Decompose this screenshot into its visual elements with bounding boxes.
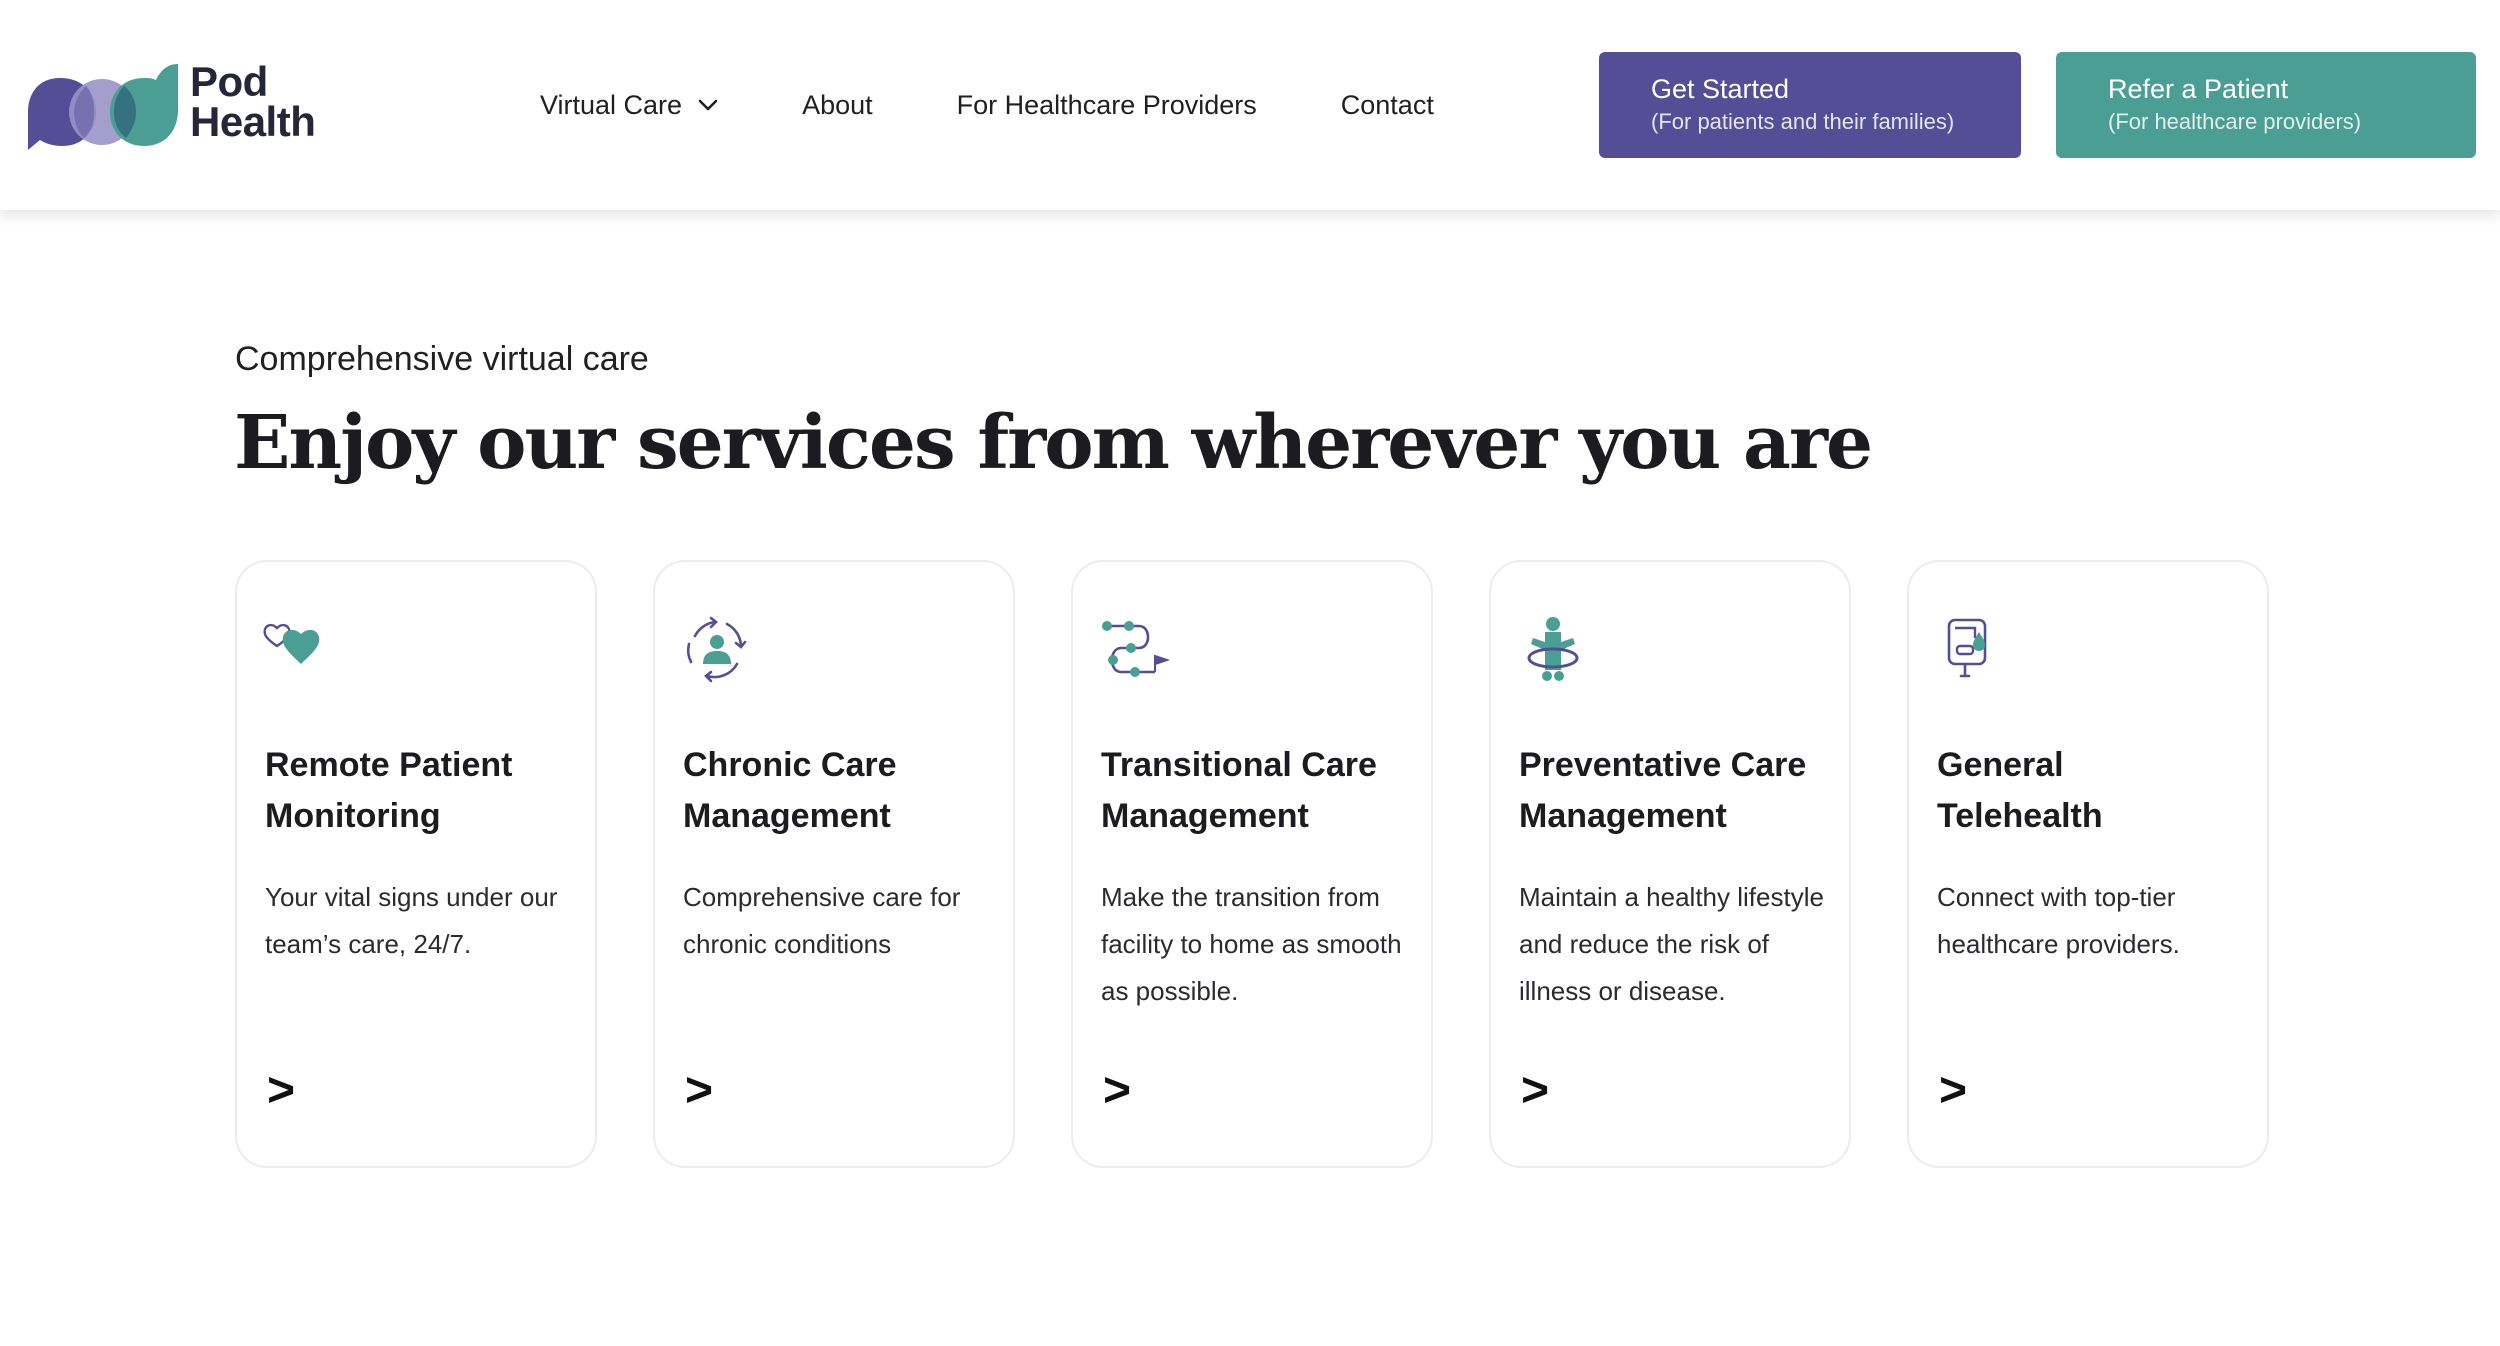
nav-item-virtual-care[interactable]: Virtual Care	[540, 90, 718, 121]
chevron-down-icon	[698, 99, 718, 111]
card-arrow-icon[interactable]: >	[1103, 1067, 1131, 1115]
nav-item-label: Virtual Care	[540, 89, 683, 120]
service-card-transitional-care-management[interactable]: Transitional Care Management Make the tr…	[1071, 560, 1433, 1168]
main-nav: Virtual Care About For Healthcare Provid…	[540, 80, 1518, 130]
card-title-line2: Management	[1519, 797, 1727, 835]
nav-item-contact[interactable]: Contact	[1341, 90, 1434, 121]
get-started-button[interactable]: Get Started (For patients and their fami…	[1599, 52, 2021, 158]
refer-patient-title: Refer a Patient	[2108, 74, 2289, 104]
card-description: Connect with top-tier healthcare provide…	[1937, 882, 2180, 959]
card-title-line2: Management	[683, 797, 891, 835]
nav-item-label: About	[802, 89, 873, 120]
card-title: General Telehealth	[1937, 740, 2257, 842]
card-title-line1: Remote Patient	[265, 746, 513, 784]
card-arrow-icon[interactable]: >	[1521, 1067, 1549, 1115]
card-title-line1: General	[1937, 746, 2064, 784]
card-title-line1: Preventative Care	[1519, 746, 1807, 784]
card-description: Your vital signs under our team’s care, …	[265, 882, 558, 959]
service-card-preventative-care-management[interactable]: Preventative Care Management Maintain a …	[1489, 560, 1851, 1168]
section-headline: Enjoy our services from wherever you are	[234, 400, 1873, 486]
card-title-line2: Management	[1101, 797, 1309, 835]
nav-item-label: For Healthcare Providers	[956, 89, 1257, 120]
nav-item-for-healthcare-providers[interactable]: For Healthcare Providers	[957, 90, 1257, 121]
brand-name-line2: Health	[190, 98, 316, 145]
get-started-subtitle: (For patients and their families)	[1651, 109, 1955, 134]
brand-name-line1: Pod	[190, 58, 268, 105]
card-title: Preventative Care Management	[1519, 740, 1839, 842]
heart-monitor-icon	[263, 623, 320, 664]
pod-health-logo[interactable]: Pod Health	[24, 58, 334, 154]
card-title: Transitional Care Management	[1101, 740, 1421, 842]
person-cycle-icon	[686, 616, 747, 683]
path-flag-icon	[1102, 621, 1171, 677]
nav-item-label: Contact	[1340, 89, 1434, 120]
pod-health-logo-icon	[28, 64, 178, 150]
card-title-line1: Chronic Care	[683, 746, 897, 784]
service-card-general-telehealth[interactable]: General Telehealth Connect with top-tier…	[1907, 560, 2269, 1168]
refer-patient-subtitle: (For healthcare providers)	[2108, 109, 2362, 134]
section-eyebrow: Comprehensive virtual care	[235, 340, 649, 378]
card-title: Remote Patient Monitoring	[265, 740, 585, 842]
card-description: Maintain a healthy lifestyle and reduce …	[1519, 882, 1824, 1006]
card-description: Comprehensive care for chronic condition…	[683, 882, 961, 959]
card-title-line1: Transitional Care	[1101, 746, 1377, 784]
card-description: Make the transition from facility to hom…	[1101, 882, 1402, 1006]
brand-name: Pod Health	[190, 58, 316, 145]
card-title: Chronic Care Management	[683, 740, 1003, 842]
service-card-chronic-care-management[interactable]: Chronic Care Management Comprehensive ca…	[653, 560, 1015, 1168]
nav-item-about[interactable]: About	[802, 90, 873, 121]
iv-drip-icon	[1947, 618, 1987, 678]
card-title-line2: Telehealth	[1937, 797, 2103, 835]
card-arrow-icon[interactable]: >	[685, 1067, 713, 1115]
service-card-remote-patient-monitoring[interactable]: Remote Patient Monitoring Your vital sig…	[235, 560, 597, 1168]
hula-hoop-icon	[1527, 617, 1579, 681]
card-arrow-icon[interactable]: >	[267, 1067, 295, 1115]
get-started-title: Get Started	[1651, 74, 1790, 104]
site-header: Pod Health Virtual Care About For Health…	[0, 0, 2500, 210]
card-arrow-icon[interactable]: >	[1939, 1067, 1967, 1115]
card-title-line2: Monitoring	[265, 797, 441, 835]
refer-patient-button[interactable]: Refer a Patient (For healthcare provider…	[2056, 52, 2476, 158]
